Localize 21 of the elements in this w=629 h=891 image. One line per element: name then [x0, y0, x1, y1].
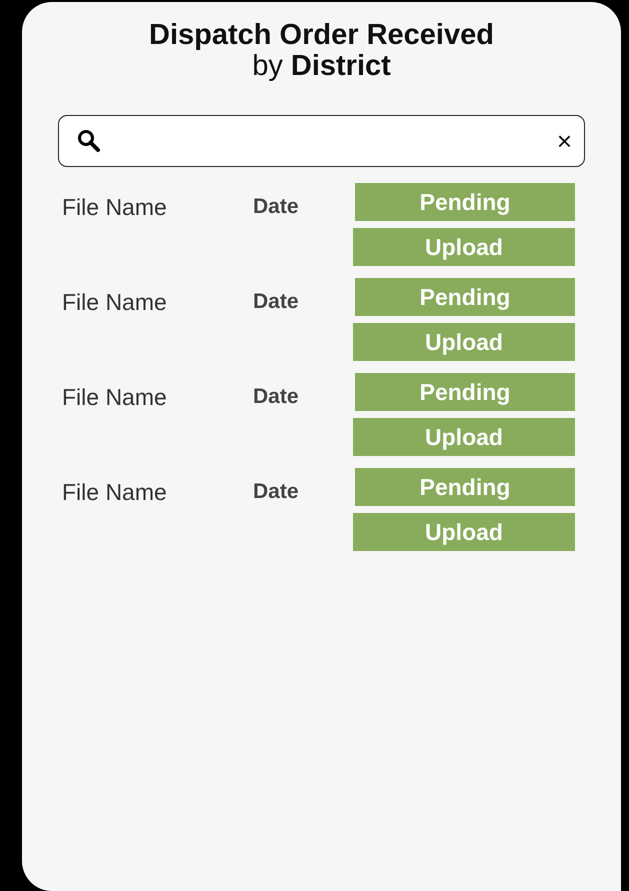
file-date: Date	[253, 290, 300, 314]
upload-button[interactable]: Upload	[353, 418, 575, 456]
pending-button[interactable]: Pending	[355, 373, 575, 411]
pending-button[interactable]: Pending	[355, 468, 575, 506]
clear-button[interactable]: ×	[556, 128, 572, 154]
file-date: Date	[253, 480, 300, 504]
upload-button[interactable]: Upload	[353, 513, 575, 551]
pending-button[interactable]: Pending	[355, 278, 575, 316]
file-name: File Name	[62, 289, 168, 316]
file-name: File Name	[62, 479, 168, 506]
file-name: File Name	[62, 194, 168, 221]
pending-button[interactable]: Pending	[355, 183, 575, 221]
search-icon	[77, 129, 101, 153]
page-subtitle: by District	[252, 51, 391, 82]
file-date: Date	[253, 195, 300, 219]
search-field[interactable]: ×	[58, 115, 585, 167]
file-name: File Name	[62, 384, 168, 411]
upload-button[interactable]: Upload	[353, 323, 575, 361]
upload-button[interactable]: Upload	[353, 228, 575, 266]
file-date: Date	[253, 385, 300, 409]
page-title: Dispatch Order Received	[148, 20, 495, 51]
